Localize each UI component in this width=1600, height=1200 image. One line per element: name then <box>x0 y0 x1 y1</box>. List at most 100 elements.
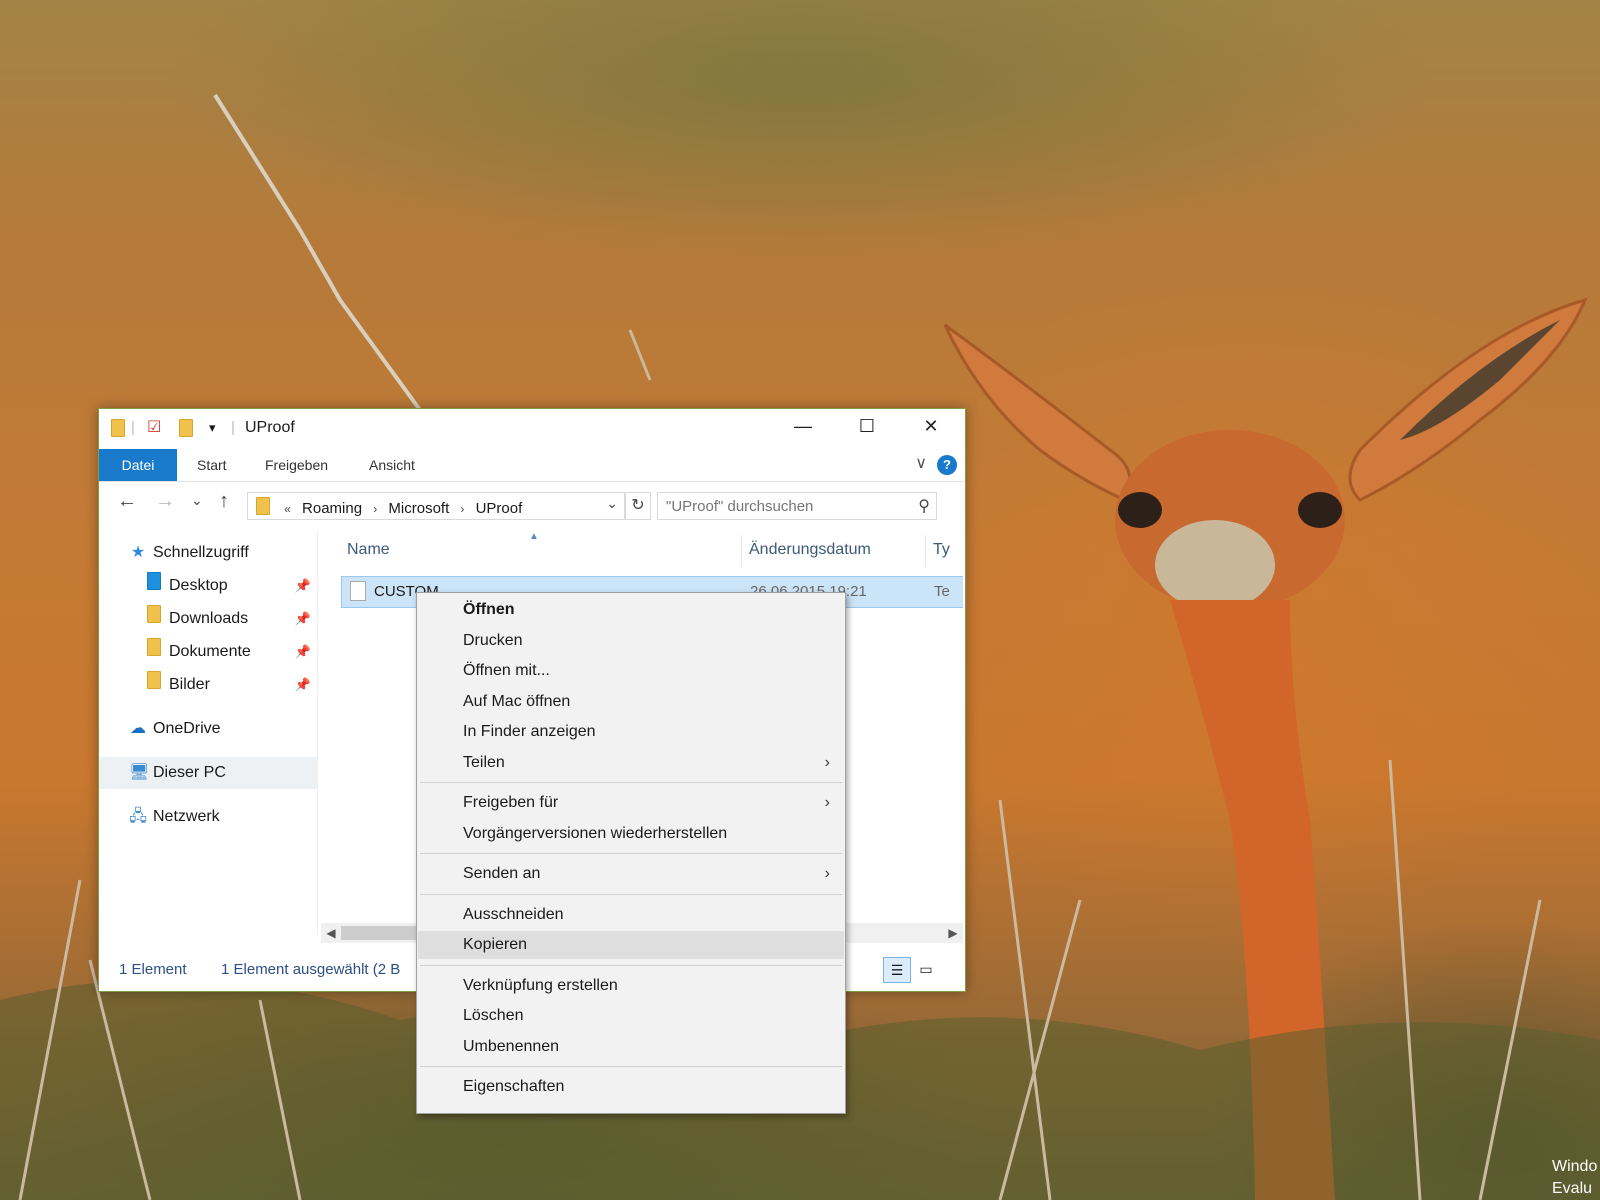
pin-icon[interactable]: 📌 <box>295 669 311 701</box>
menu-item-freigeben-für[interactable]: Freigeben für › <box>418 789 844 817</box>
breadcrumb-roaming[interactable]: Roaming <box>302 500 362 517</box>
menu-item-öffnen-mit[interactable]: Öffnen mit... <box>418 657 844 685</box>
maximize-button[interactable]: ☐ <box>835 409 899 445</box>
properties-icon[interactable]: ☑ <box>147 419 161 437</box>
computer-icon: 🖥 <box>129 764 150 781</box>
menu-item-label: In Finder anzeigen <box>463 723 596 740</box>
quick-access-dropdown-icon[interactable]: ▾ <box>209 419 216 437</box>
watermark-line-2: Evalu <box>1552 1180 1593 1197</box>
sidebar-item-label: Dieser PC <box>153 764 226 781</box>
tab-freigeben[interactable]: Freigeben <box>265 449 328 481</box>
help-icon[interactable]: ? <box>937 455 957 475</box>
sidebar-item-label: OneDrive <box>153 720 221 737</box>
menu-item-teilen[interactable]: Teilen › <box>418 749 844 777</box>
item-count: 1 Element <box>119 961 187 978</box>
address-overflow-icon[interactable]: « <box>284 502 291 516</box>
menu-item-senden-an[interactable]: Senden an › <box>418 860 844 888</box>
column-divider[interactable] <box>741 535 742 567</box>
address-dropdown-icon[interactable]: ⌄ <box>606 495 618 512</box>
search-icon[interactable]: ⚲ <box>918 496 930 516</box>
address-folder-icon <box>256 497 270 515</box>
scroll-left-icon[interactable]: ◀ <box>321 923 341 943</box>
forward-arrow-icon[interactable]: → <box>155 490 175 513</box>
menu-item-vorgängerversionen-wiederherstellen[interactable]: Vorgängerversionen wiederherstellen <box>418 820 844 848</box>
recent-locations-icon[interactable]: ⌄ <box>191 492 203 509</box>
minimize-button[interactable]: — <box>771 409 835 445</box>
selection-info: 1 Element ausgewählt (2 B <box>221 961 401 978</box>
breadcrumb-separator-icon: › <box>460 502 465 516</box>
menu-item-label: Umbenennen <box>463 1037 560 1055</box>
pin-icon[interactable]: 📌 <box>295 570 311 602</box>
folder-icon <box>111 419 125 442</box>
menu-item-label: Ausschneiden <box>463 905 564 923</box>
search-input[interactable] <box>658 493 908 519</box>
column-header-name[interactable]: Name <box>347 541 390 559</box>
scrollbar-thumb[interactable] <box>341 926 421 940</box>
ribbon-collapse-icon[interactable]: ∨ <box>915 453 927 473</box>
cloud-icon: ☁ <box>130 720 146 737</box>
sidebar-item-label: Downloads <box>169 610 249 627</box>
sidebar-item-bilder[interactable]: Bilder 📌 <box>145 669 315 701</box>
menu-separator <box>420 782 842 783</box>
scroll-right-icon[interactable]: ▶ <box>943 923 963 943</box>
sidebar-item-netzwerk[interactable]: 🖧 Netzwerk <box>129 801 220 833</box>
refresh-icon[interactable]: ↻ <box>625 492 651 520</box>
sidebar-item-label: Desktop <box>169 577 228 594</box>
sidebar-item-onedrive[interactable]: ☁ OneDrive <box>129 713 221 745</box>
sidebar-item-dokumente[interactable]: Dokumente 📌 <box>145 636 315 668</box>
navigation-bar: ← → ⌄ ↑ « Roaming › Microsoft › UProof ⌄… <box>99 482 965 524</box>
new-folder-icon[interactable] <box>179 419 193 442</box>
up-arrow-icon[interactable]: ↑ <box>219 490 229 513</box>
address-bar[interactable]: « Roaming › Microsoft › UProof ⌄ <box>247 492 625 520</box>
pin-icon[interactable]: 📌 <box>295 603 311 635</box>
menu-item-löschen[interactable]: Löschen <box>418 1002 844 1030</box>
submenu-chevron-icon: › <box>824 753 830 771</box>
back-arrow-icon[interactable]: ← <box>117 490 137 513</box>
sidebar-item-label: Bilder <box>169 676 210 693</box>
menu-item-umbenennen[interactable]: Umbenennen <box>418 1033 844 1061</box>
breadcrumb-uproof[interactable]: UProof <box>476 500 523 517</box>
menu-item-label: Kopieren <box>463 936 528 953</box>
tab-datei[interactable]: Datei <box>99 449 177 481</box>
menu-separator <box>420 964 842 966</box>
tab-start[interactable]: Start <box>197 449 227 481</box>
column-header-type[interactable]: Ty <box>933 541 950 559</box>
menu-item-in-finder-anzeigen[interactable]: In Finder anzeigen <box>418 718 844 746</box>
tab-ansicht[interactable]: Ansicht <box>369 449 415 481</box>
pictures-folder-icon <box>145 669 163 701</box>
menu-item-ausschneiden[interactable]: Ausschneiden <box>418 901 844 929</box>
menu-item-öffnen[interactable]: Öffnen <box>418 596 844 624</box>
desktop-folder-icon <box>145 570 163 602</box>
menu-item-kopieren[interactable]: Kopieren <box>418 931 844 959</box>
sidebar-item-downloads[interactable]: Downloads 📌 <box>145 603 315 635</box>
sidebar-item-desktop[interactable]: Desktop 📌 <box>145 570 315 602</box>
menu-item-label: Senden an <box>463 865 541 882</box>
navigation-pane: ★ Schnellzugriff Desktop 📌 Downloads 📌 Do… <box>99 531 318 935</box>
column-header-date[interactable]: Änderungsdatum <box>749 541 871 559</box>
column-divider[interactable] <box>925 535 926 567</box>
pin-icon[interactable]: 📌 <box>295 636 311 668</box>
window-title: UProof <box>245 419 295 436</box>
menu-item-eigenschaften[interactable]: Eigenschaften <box>418 1073 844 1101</box>
menu-item-label: Eigenschaften <box>463 1078 565 1095</box>
large-icons-view-icon[interactable]: ▭ <box>913 957 939 981</box>
sidebar-item-dieser-pc[interactable]: 🖥 Dieser PC <box>99 757 317 789</box>
menu-item-verknüpfung-erstellen[interactable]: Verknüpfung erstellen <box>418 972 844 1000</box>
submenu-chevron-icon: › <box>824 794 830 811</box>
menu-item-label: Verknüpfung erstellen <box>463 976 618 994</box>
sidebar-item-schnellzugriff[interactable]: ★ Schnellzugriff <box>129 537 249 569</box>
menu-separator <box>420 1066 842 1067</box>
search-box: ⚲ <box>657 492 937 520</box>
title-bar: | ☑ ▾ | UProof — ☐ ✕ <box>99 409 965 449</box>
address-path: « Roaming › Microsoft › UProof <box>256 497 522 517</box>
quick-access-divider: | <box>131 419 135 436</box>
ribbon-tabs: Datei Start Freigeben Ansicht ∨ ? <box>99 449 965 482</box>
menu-item-drucken[interactable]: Drucken <box>418 627 844 655</box>
details-view-icon[interactable]: ☰ <box>883 957 911 983</box>
close-button[interactable]: ✕ <box>899 409 963 445</box>
menu-item-auf-mac-öffnen[interactable]: Auf Mac öffnen <box>418 688 844 716</box>
menu-item-label: Drucken <box>463 631 523 649</box>
menu-item-label: Löschen <box>463 1007 524 1024</box>
title-divider: | <box>231 419 235 436</box>
breadcrumb-microsoft[interactable]: Microsoft <box>388 500 449 517</box>
